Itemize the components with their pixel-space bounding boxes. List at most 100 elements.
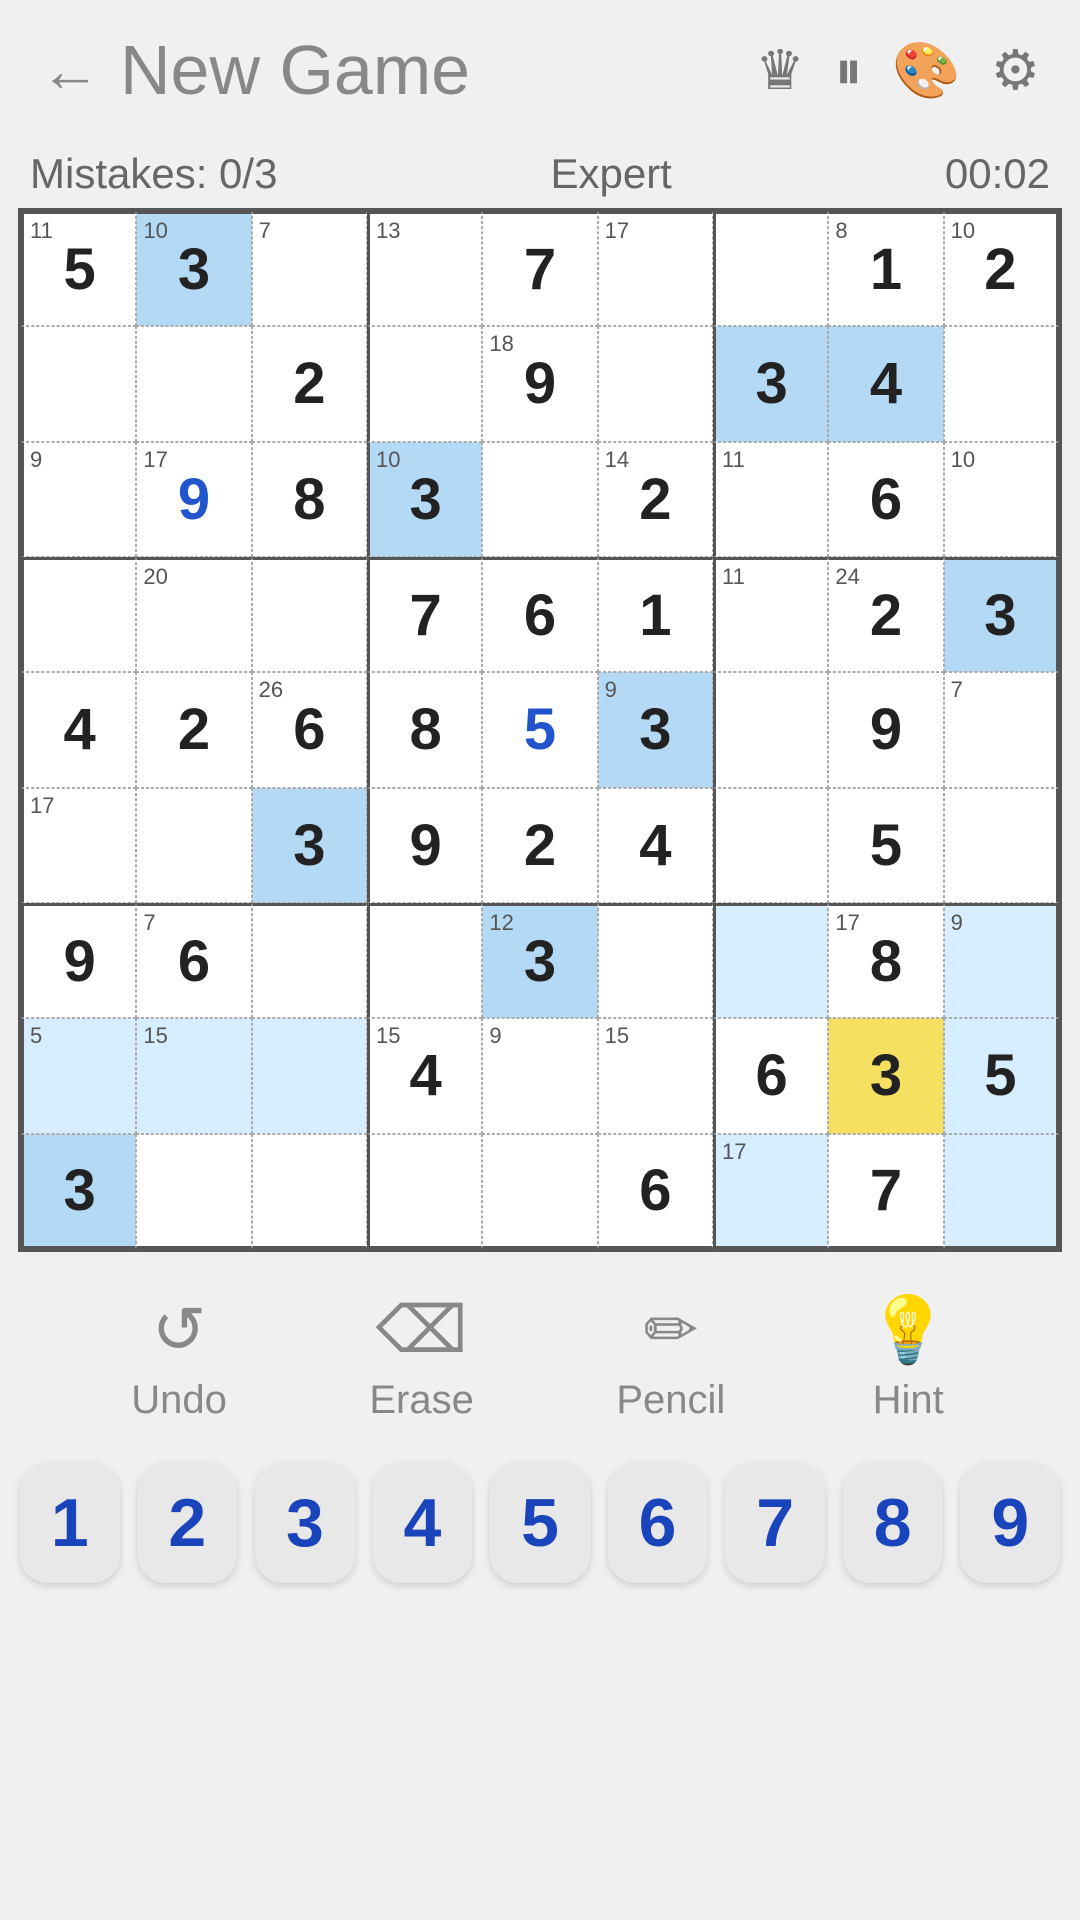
cell[interactable]: 93 xyxy=(598,672,713,787)
back-button[interactable]: ← xyxy=(40,36,100,105)
cell[interactable]: 154 xyxy=(367,1018,482,1133)
cell[interactable]: 9 xyxy=(828,672,943,787)
cell[interactable]: 8 xyxy=(252,442,367,557)
hint-button[interactable]: 💡 Hint xyxy=(868,1292,949,1423)
cell[interactable]: 4 xyxy=(598,788,713,903)
cell[interactable] xyxy=(482,442,597,557)
cell[interactable] xyxy=(944,326,1059,441)
cell[interactable] xyxy=(136,788,251,903)
cell[interactable]: 7 xyxy=(252,211,367,326)
cell[interactable]: 115 xyxy=(21,211,136,326)
numpad-8-button[interactable]: 8 xyxy=(843,1463,943,1583)
cell[interactable]: 5 xyxy=(944,1018,1059,1133)
cell[interactable] xyxy=(598,903,713,1018)
cell[interactable]: 9 xyxy=(21,903,136,1018)
cell[interactable] xyxy=(252,557,367,672)
cell[interactable]: 3 xyxy=(21,1134,136,1249)
cell[interactable] xyxy=(367,326,482,441)
cell[interactable]: 103 xyxy=(367,442,482,557)
numpad-2-button[interactable]: 2 xyxy=(138,1463,238,1583)
cell[interactable]: 13 xyxy=(367,211,482,326)
cell[interactable] xyxy=(136,326,251,441)
cell[interactable] xyxy=(713,903,828,1018)
cell[interactable] xyxy=(713,211,828,326)
cell[interactable] xyxy=(21,326,136,441)
palette-icon[interactable]: 🎨 xyxy=(892,38,960,103)
cell[interactable]: 7 xyxy=(944,672,1059,787)
cell[interactable]: 8 xyxy=(367,672,482,787)
header: ← New Game ♛ ⏸ 🎨 ⚙ xyxy=(0,0,1080,140)
cell[interactable]: 5 xyxy=(21,1018,136,1133)
cell[interactable]: 17 xyxy=(21,788,136,903)
crown-icon[interactable]: ♛ xyxy=(755,38,804,102)
cell[interactable]: 189 xyxy=(482,326,597,441)
cell[interactable]: 3 xyxy=(828,1018,943,1133)
cell[interactable]: 81 xyxy=(828,211,943,326)
cell[interactable] xyxy=(598,326,713,441)
cell[interactable]: 15 xyxy=(598,1018,713,1133)
cell[interactable]: 3 xyxy=(252,788,367,903)
cell[interactable]: 11 xyxy=(713,557,828,672)
numpad-5-button[interactable]: 5 xyxy=(490,1463,590,1583)
cell[interactable] xyxy=(944,1134,1059,1249)
cell[interactable] xyxy=(252,1134,367,1249)
cell[interactable]: 76 xyxy=(136,903,251,1018)
cell[interactable]: 5 xyxy=(828,788,943,903)
pause-icon[interactable]: ⏸ xyxy=(835,38,863,103)
cell[interactable]: 7 xyxy=(482,211,597,326)
cell[interactable]: 142 xyxy=(598,442,713,557)
cell[interactable]: 6 xyxy=(598,1134,713,1249)
cell[interactable]: 1 xyxy=(598,557,713,672)
pencil-button[interactable]: ✏ Pencil xyxy=(616,1292,725,1423)
cell[interactable]: 2 xyxy=(252,326,367,441)
numpad-3-button[interactable]: 3 xyxy=(255,1463,355,1583)
numpad-9-button[interactable]: 9 xyxy=(960,1463,1060,1583)
cell[interactable]: 7 xyxy=(828,1134,943,1249)
cell[interactable] xyxy=(136,1134,251,1249)
cell[interactable] xyxy=(252,1018,367,1133)
cell[interactable]: 123 xyxy=(482,903,597,1018)
cell[interactable]: 2 xyxy=(482,788,597,903)
cell[interactable]: 17 xyxy=(598,211,713,326)
cell[interactable]: 6 xyxy=(713,1018,828,1133)
cell[interactable]: 3 xyxy=(713,326,828,441)
cell[interactable]: 6 xyxy=(828,442,943,557)
cell[interactable]: 6 xyxy=(482,557,597,672)
erase-button[interactable]: ⌫ Erase xyxy=(369,1292,474,1423)
cell[interactable] xyxy=(367,903,482,1018)
cell[interactable] xyxy=(713,788,828,903)
cell[interactable]: 4 xyxy=(828,326,943,441)
cell[interactable]: 7 xyxy=(367,557,482,672)
cell[interactable]: 179 xyxy=(136,442,251,557)
cell[interactable]: 9 xyxy=(944,903,1059,1018)
cell[interactable]: 20 xyxy=(136,557,251,672)
cell[interactable]: 9 xyxy=(367,788,482,903)
cell[interactable]: 15 xyxy=(136,1018,251,1133)
cell[interactable]: 9 xyxy=(482,1018,597,1133)
cell[interactable] xyxy=(367,1134,482,1249)
cell[interactable]: 266 xyxy=(252,672,367,787)
cell[interactable]: 242 xyxy=(828,557,943,672)
cell[interactable] xyxy=(482,1134,597,1249)
numpad-4-button[interactable]: 4 xyxy=(373,1463,473,1583)
cell[interactable]: 5 xyxy=(482,672,597,787)
cell[interactable]: 103 xyxy=(136,211,251,326)
cell[interactable]: 10 xyxy=(944,442,1059,557)
undo-button[interactable]: ↺ Undo xyxy=(131,1292,227,1423)
numpad-7-button[interactable]: 7 xyxy=(725,1463,825,1583)
cell[interactable]: 178 xyxy=(828,903,943,1018)
cell[interactable]: 9 xyxy=(21,442,136,557)
cell[interactable]: 2 xyxy=(136,672,251,787)
cell[interactable]: 3 xyxy=(944,557,1059,672)
cell[interactable]: 102 xyxy=(944,211,1059,326)
settings-icon[interactable]: ⚙ xyxy=(991,38,1040,102)
cell[interactable]: 11 xyxy=(713,442,828,557)
cell[interactable] xyxy=(252,903,367,1018)
numpad-1-button[interactable]: 1 xyxy=(20,1463,120,1583)
cell[interactable]: 17 xyxy=(713,1134,828,1249)
cell[interactable] xyxy=(21,557,136,672)
cell[interactable]: 4 xyxy=(21,672,136,787)
cell[interactable] xyxy=(944,788,1059,903)
cell[interactable] xyxy=(713,672,828,787)
numpad-6-button[interactable]: 6 xyxy=(608,1463,708,1583)
